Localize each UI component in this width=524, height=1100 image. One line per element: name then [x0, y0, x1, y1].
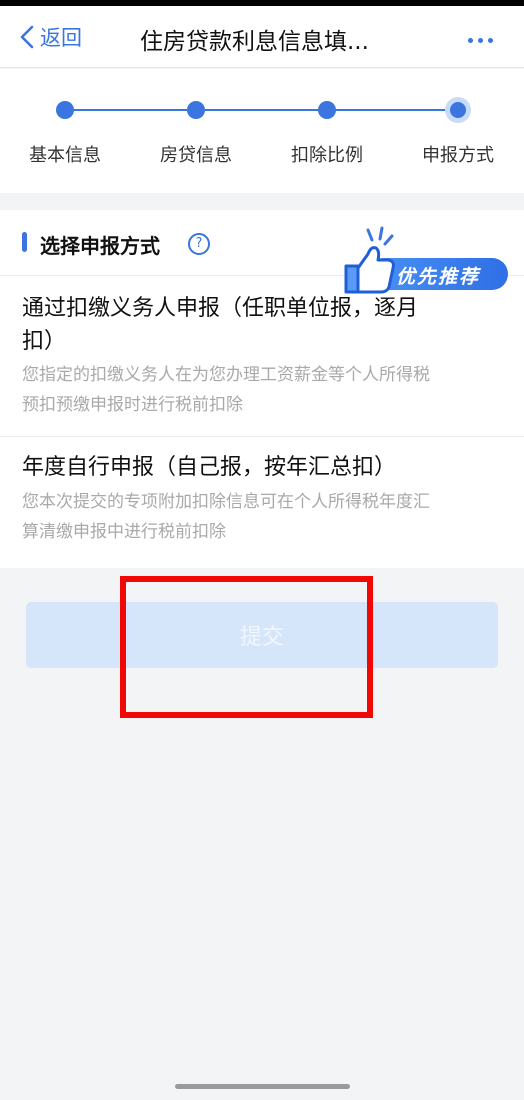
more-icon[interactable]: [460, 30, 500, 50]
step-dot-3: [318, 101, 336, 119]
option-title: 通过扣缴义务人申报（任职单位报，逐月扣）: [22, 296, 419, 354]
stepper-track: [65, 109, 458, 111]
option-description: 您指定的扣缴义务人在为您办理工资薪金等个人所得税预扣预缴申报时进行税前扣除: [22, 365, 430, 415]
step-dot-1: [56, 101, 74, 119]
option-title: 年度自行申报（自己报，按年汇总扣）: [22, 455, 397, 480]
step-label-filing-method: 申报方式: [422, 145, 494, 166]
step-label-deduction-ratio: 扣除比例: [291, 145, 363, 166]
chevron-left-icon: [20, 25, 34, 49]
section-accent-bar: [22, 232, 27, 252]
option-self-annual[interactable]: 年度自行申报（自己报，按年汇总扣） 您本次提交的专项附加扣除信息可在个人所得税年…: [0, 437, 524, 568]
step-dot-2: [187, 101, 205, 119]
progress-stepper: 基本信息 房贷信息 扣除比例 申报方式: [0, 69, 524, 193]
step-label-loan-info: 房贷信息: [160, 145, 232, 166]
step-label-basic-info: 基本信息: [29, 145, 101, 166]
question-circle-icon[interactable]: ?: [188, 233, 210, 255]
nav-bar: 返回 住房贷款利息信息填...: [0, 6, 524, 68]
option-description: 您本次提交的专项附加扣除信息可在个人所得税年度汇算清缴申报中进行税前扣除: [22, 492, 430, 542]
submit-button[interactable]: 提交: [26, 602, 498, 668]
page-title: 住房贷款利息信息填...: [140, 29, 369, 55]
filing-method-card: 选择申报方式 ? 优先推荐 通过扣缴义务人申报（任职单位报，逐月扣） 您指定的扣…: [0, 210, 524, 568]
option-withholding-agent[interactable]: 通过扣缴义务人申报（任职单位报，逐月扣） 您指定的扣缴义务人在为您办理工资薪金等…: [0, 276, 524, 437]
back-label: 返回: [40, 26, 82, 50]
section-title: 选择申报方式: [40, 234, 160, 258]
back-button[interactable]: 返回: [20, 22, 82, 52]
step-dot-4-current: [445, 97, 471, 123]
home-indicator: [175, 1084, 350, 1089]
